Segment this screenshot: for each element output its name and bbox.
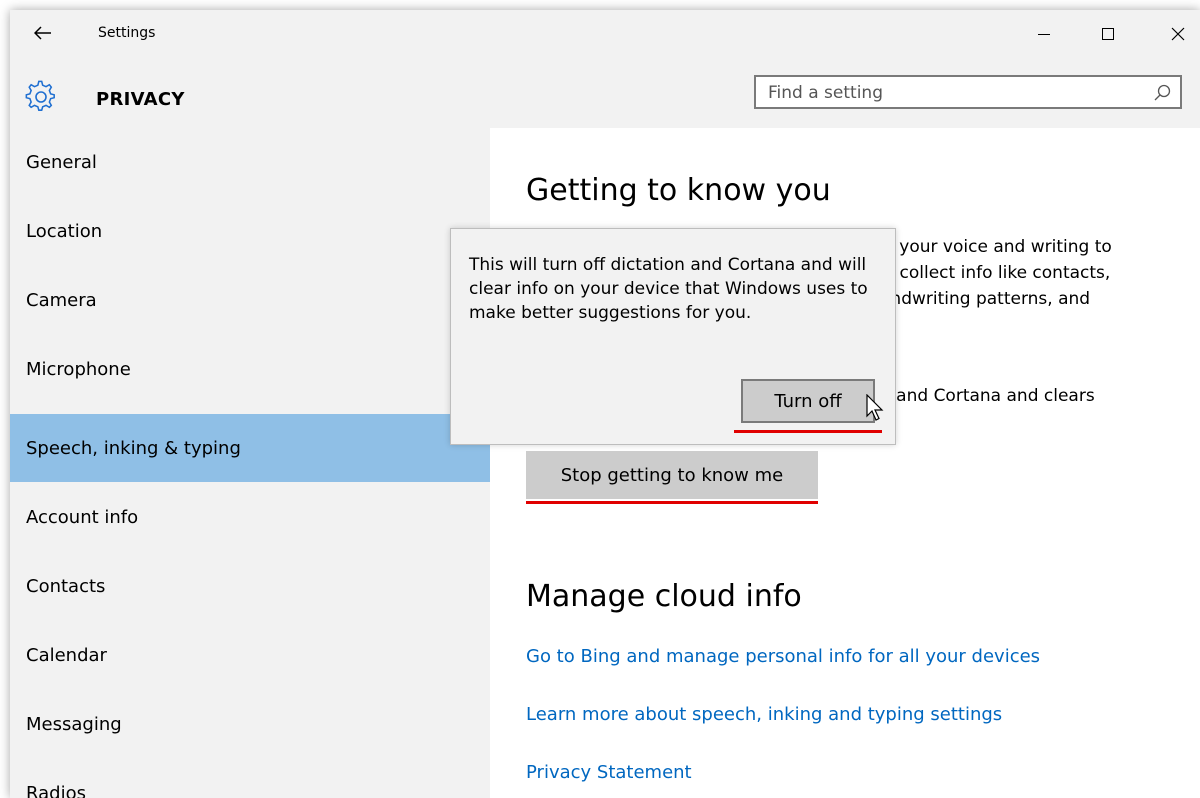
sidebar-item-radios[interactable]: Radios <box>10 759 490 798</box>
minimize-icon <box>1038 34 1050 35</box>
close-icon <box>1171 27 1185 41</box>
maximize-icon <box>1102 28 1114 40</box>
sidebar-item-account-info[interactable]: Account info <box>10 483 490 551</box>
back-button[interactable] <box>28 18 58 48</box>
sidebar-item-label: Camera <box>26 290 97 311</box>
sidebar-item-label: Calendar <box>26 645 107 666</box>
flyout-message: This will turn off dictation and Cortana… <box>469 255 868 323</box>
sidebar-item-label: Account info <box>26 507 139 528</box>
description-line: andwriting patterns, and <box>880 289 1091 309</box>
maximize-button[interactable] <box>1086 18 1130 50</box>
sidebar-item-label: Location <box>26 221 103 242</box>
close-button[interactable] <box>1156 18 1200 50</box>
sidebar-item-camera[interactable]: Camera <box>10 266 490 334</box>
search-icon[interactable] <box>1152 83 1172 103</box>
sidebar-item-label: Contacts <box>26 576 106 597</box>
sidebar-item-microphone[interactable]: Microphone <box>10 335 490 403</box>
sidebar: General Location Camera Microphone Speec… <box>10 128 490 798</box>
mouse-cursor-icon <box>866 394 884 421</box>
search-input[interactable] <box>766 81 1150 105</box>
back-arrow-icon <box>34 26 51 40</box>
annotation-underline <box>734 430 882 433</box>
sidebar-item-speech-inking-typing[interactable]: Speech, inking & typing <box>10 414 490 482</box>
sidebar-item-general[interactable]: General <box>10 128 490 196</box>
settings-window: Settings PRIVACY Find a setting General … <box>10 10 1200 798</box>
title-bar: Settings <box>10 10 1200 58</box>
description-line: w your voice and writing to <box>880 237 1112 257</box>
sidebar-item-label: Messaging <box>26 714 122 735</box>
stop-getting-to-know-me-button[interactable]: Stop getting to know me <box>526 451 818 499</box>
section-heading-getting-to-know-you: Getting to know you <box>526 173 831 208</box>
link-privacy-statement[interactable]: Privacy Statement <box>526 762 692 783</box>
sidebar-item-messaging[interactable]: Messaging <box>10 690 490 758</box>
link-bing-personal-info[interactable]: Go to Bing and manage personal info for … <box>526 646 1040 667</box>
section-heading-manage-cloud-info: Manage cloud info <box>526 579 802 614</box>
window-title: Settings <box>98 25 156 41</box>
description-line: 'll collect info like contacts, <box>880 263 1111 283</box>
sidebar-item-label: Radios <box>26 783 86 798</box>
description-line: n and Cortana and clears <box>880 386 1095 406</box>
sidebar-item-label: Microphone <box>26 359 131 380</box>
link-learn-more-speech[interactable]: Learn more about speech, inking and typi… <box>526 704 1002 725</box>
turn-off-confirmation-flyout: This will turn off dictation and Cortana… <box>450 228 896 445</box>
sidebar-item-location[interactable]: Location <box>10 197 490 265</box>
settings-header: PRIVACY <box>10 58 1200 128</box>
sidebar-item-label: General <box>26 152 97 173</box>
sidebar-item-calendar[interactable]: Calendar <box>10 621 490 689</box>
sidebar-item-contacts[interactable]: Contacts <box>10 552 490 620</box>
turn-off-button[interactable]: Turn off <box>741 379 875 423</box>
annotation-underline <box>526 501 818 504</box>
search-box[interactable] <box>754 75 1182 109</box>
minimize-button[interactable] <box>1022 18 1066 50</box>
sidebar-item-label: Speech, inking & typing <box>26 438 241 459</box>
page-title: PRIVACY <box>96 89 185 110</box>
gear-icon <box>25 80 55 111</box>
